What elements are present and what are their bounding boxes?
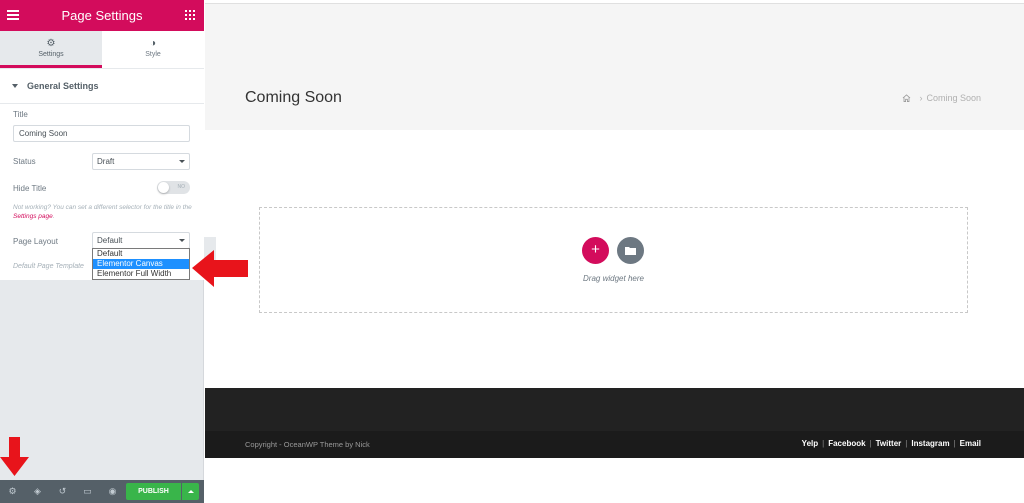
status-select[interactable]: Draft bbox=[92, 153, 190, 170]
panel-tabs: ⚙ Settings ◑ Style bbox=[0, 31, 204, 68]
tab-style-label: Style bbox=[145, 51, 161, 58]
add-template-button[interactable] bbox=[617, 237, 644, 264]
responsive-icon[interactable]: ▭ bbox=[75, 480, 100, 503]
pipe-divider: | bbox=[953, 439, 956, 448]
annotation-arrow-left-icon bbox=[192, 250, 248, 287]
page-header: Coming Soon › Coming Soon bbox=[205, 3, 1024, 130]
tab-style[interactable]: ◑ Style bbox=[102, 31, 204, 68]
pipe-divider: | bbox=[905, 439, 908, 448]
panel-header: Page Settings bbox=[0, 0, 204, 31]
history-icon[interactable]: ↺ bbox=[50, 480, 75, 503]
breadcrumb: › Coming Soon bbox=[902, 93, 981, 103]
chevron-down-icon bbox=[179, 239, 185, 242]
option-elementor-full-width[interactable]: Elementor Full Width bbox=[93, 269, 189, 279]
panel-title: Page Settings bbox=[61, 8, 143, 23]
page-layout-select[interactable]: Default bbox=[92, 232, 190, 249]
drag-widget-text: Drag widget here bbox=[583, 274, 644, 283]
social-link-facebook[interactable]: Facebook bbox=[828, 439, 865, 448]
eye-icon[interactable]: ◉ bbox=[100, 480, 125, 503]
section-title: General Settings bbox=[27, 81, 99, 91]
pipe-divider: | bbox=[822, 439, 825, 448]
social-link-email[interactable]: Email bbox=[960, 439, 981, 448]
option-default[interactable]: Default bbox=[93, 249, 189, 259]
social-link-twitter[interactable]: Twitter bbox=[876, 439, 902, 448]
footer-widgets bbox=[205, 388, 1024, 431]
option-elementor-canvas[interactable]: Elementor Canvas bbox=[93, 259, 189, 269]
hide-title-toggle[interactable]: NO bbox=[157, 181, 190, 194]
status-label: Status bbox=[13, 157, 36, 166]
breadcrumb-separator: › bbox=[919, 93, 923, 103]
settings-page-link[interactable]: Settings page bbox=[13, 213, 53, 220]
annotation-arrow-down-icon bbox=[0, 437, 29, 476]
folder-icon bbox=[625, 247, 636, 255]
social-links: Yelp | Facebook | Twitter | Instagram | Emai… bbox=[802, 439, 981, 448]
elementor-panel: Page Settings ⚙ Settings ◑ Style General… bbox=[0, 0, 204, 503]
chevron-down-icon bbox=[179, 160, 185, 163]
social-link-yelp[interactable]: Yelp bbox=[802, 439, 818, 448]
home-icon[interactable] bbox=[902, 94, 911, 102]
page-title: Coming Soon bbox=[245, 89, 342, 106]
gear-icon[interactable]: ⚙ bbox=[0, 480, 25, 503]
add-section-button[interactable]: + bbox=[582, 237, 609, 264]
caret-down-icon bbox=[12, 84, 18, 88]
hide-title-label: Hide Title bbox=[13, 184, 47, 193]
title-label: Title bbox=[13, 110, 28, 119]
hide-title-note: Not working? You can set a different sel… bbox=[13, 203, 193, 221]
toggle-knob bbox=[158, 182, 169, 193]
page-layout-value: Default bbox=[97, 236, 123, 245]
note-text: Not working? You can set a different sel… bbox=[13, 204, 192, 211]
widgets-grid-icon[interactable] bbox=[185, 10, 195, 20]
section-general-settings[interactable]: General Settings bbox=[0, 69, 204, 104]
publish-options-button[interactable] bbox=[182, 483, 199, 500]
pipe-divider: | bbox=[869, 439, 872, 448]
social-link-instagram[interactable]: Instagram bbox=[911, 439, 949, 448]
half-circle-icon: ◑ bbox=[149, 38, 157, 49]
breadcrumb-current: Coming Soon bbox=[926, 93, 981, 103]
page-layout-dropdown: Default Elementor Canvas Elementor Full … bbox=[92, 248, 190, 280]
footer-bar: Copyright - OceanWP Theme by Nick Yelp | … bbox=[205, 431, 1024, 458]
note-suffix: . bbox=[52, 213, 55, 220]
gear-icon: ⚙ bbox=[46, 38, 56, 49]
title-input[interactable]: Coming Soon bbox=[13, 125, 190, 142]
tab-settings[interactable]: ⚙ Settings bbox=[0, 31, 102, 68]
tab-settings-label: Settings bbox=[38, 51, 64, 58]
publish-button[interactable]: PUBLISH bbox=[126, 483, 181, 500]
page-layout-label: Page Layout bbox=[13, 237, 58, 246]
status-value: Draft bbox=[97, 157, 115, 166]
widget-drop-zone[interactable]: + Drag widget here bbox=[259, 207, 968, 313]
layers-icon[interactable]: ◈ bbox=[25, 480, 50, 503]
panel-footer: ⚙ ◈ ↺ ▭ ◉ PUBLISH bbox=[0, 480, 204, 503]
page-preview: Coming Soon › Coming Soon + Drag widget … bbox=[205, 0, 1024, 503]
toggle-state: NO bbox=[177, 184, 186, 190]
copyright-text: Copyright - OceanWP Theme by Nick bbox=[245, 440, 370, 449]
